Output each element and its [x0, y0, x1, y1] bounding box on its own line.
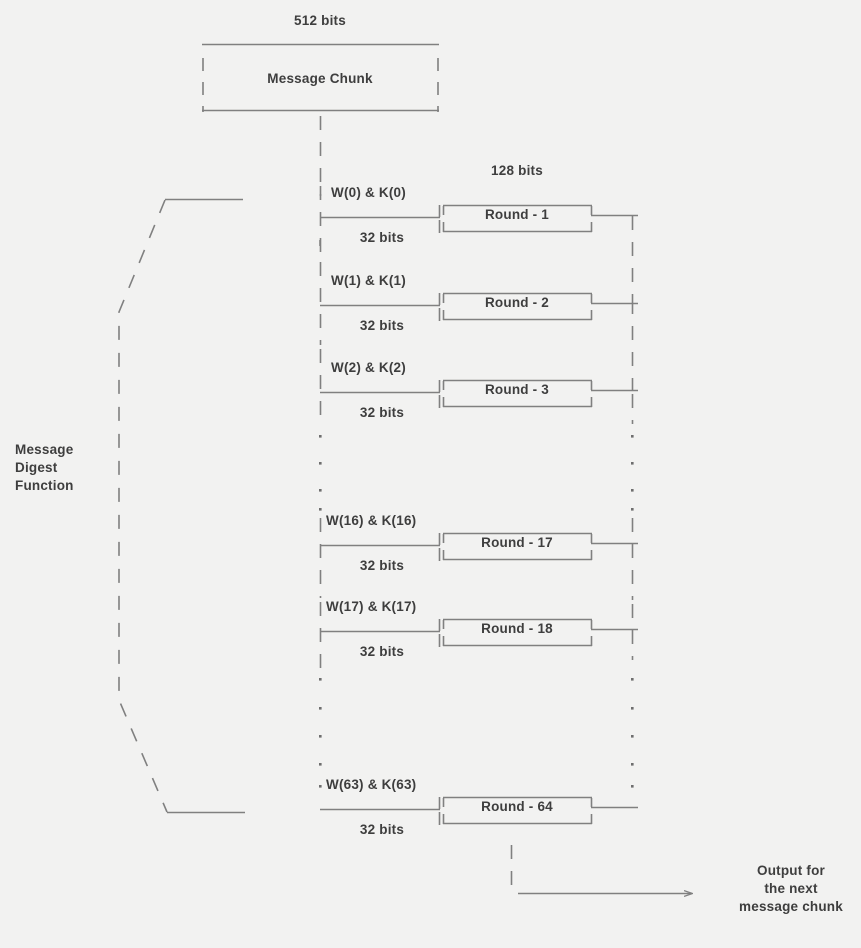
round-label-18: Round - 18 — [481, 621, 553, 636]
round-input-label-2: W(1) & K(1) — [331, 273, 406, 288]
word-width-label-2: 32 bits — [359, 318, 405, 333]
round-input-label-64: W(63) & K(63) — [326, 777, 417, 792]
output-label-line-1: Output for — [757, 863, 825, 878]
message-digest-line-1: Message — [15, 442, 74, 457]
message-digest-function-label: Message Digest Function — [15, 441, 74, 496]
word-width-label-17: 32 bits — [359, 558, 405, 573]
round-input-label-1: W(0) & K(0) — [331, 185, 406, 200]
round-width-label: 128 bits — [491, 163, 543, 178]
output-label-line-3: message chunk — [739, 899, 843, 915]
diagram-canvas: 512 bits Message Chunk 128 bits Message … — [0, 0, 861, 948]
chunk-width-label: 512 bits — [294, 13, 346, 28]
round-label-17: Round - 17 — [481, 535, 553, 550]
round-input-label-3: W(2) & K(2) — [331, 360, 406, 375]
word-width-label-3: 32 bits — [359, 405, 405, 420]
word-width-label-18: 32 bits — [359, 644, 405, 659]
round-label-1: Round - 1 — [484, 207, 550, 222]
round-label-64: Round - 64 — [481, 799, 553, 814]
word-width-label-1: 32 bits — [359, 230, 405, 245]
round-label-3: Round - 3 — [484, 382, 550, 397]
message-digest-line-3: Function — [15, 478, 74, 494]
round-label-2: Round - 2 — [484, 295, 550, 310]
output-label-line-2: the next — [764, 881, 818, 897]
round-input-label-18: W(17) & K(17) — [326, 599, 417, 614]
message-chunk-label: Message Chunk — [267, 71, 373, 86]
word-width-label-64: 32 bits — [359, 822, 405, 837]
message-digest-brace — [118, 198, 245, 814]
diagram-lines — [118, 43, 861, 897]
round-input-label-17: W(16) & K(16) — [326, 513, 417, 528]
output-arrow — [510, 845, 693, 897]
message-digest-line-2: Digest — [15, 460, 58, 476]
output-label: Output for the next message chunk — [739, 862, 843, 917]
